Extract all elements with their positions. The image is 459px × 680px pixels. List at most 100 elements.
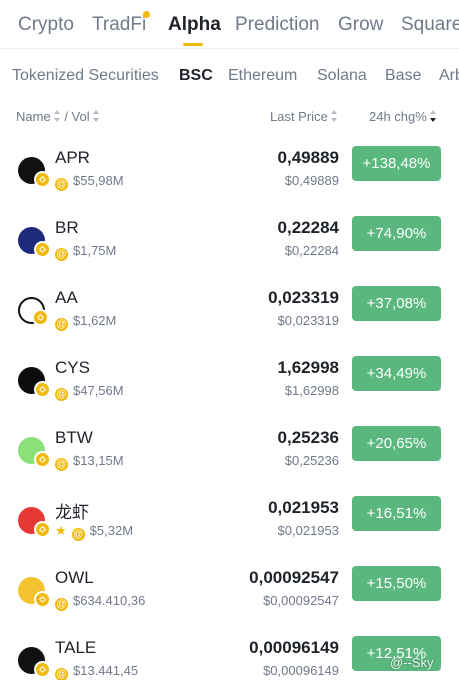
owl-icon	[18, 577, 51, 608]
tab-arb[interactable]: Arb	[439, 67, 459, 85]
token-symbol: TALE	[55, 638, 97, 657]
alpha-icon: @	[55, 598, 68, 611]
token-volume: @ $55,98M	[55, 173, 124, 191]
table-row[interactable]: OWL @ $634.410,36 0,00092547 $0,00092547 +15,…	[0, 566, 459, 636]
bsc-chain-icon	[32, 309, 49, 326]
apr-icon	[18, 157, 51, 188]
usd-price: $0,22284	[284, 243, 339, 258]
usd-price: $1,62998	[284, 383, 339, 398]
bsc-chain-icon	[34, 451, 51, 468]
table-row[interactable]: BTW @ $13,15M 0,25236 $0,25236 +20,65%	[0, 426, 459, 496]
tab-tradfi[interactable]: TradFi	[92, 14, 146, 36]
token-volume: @ $1,62M	[55, 313, 116, 331]
change-badge[interactable]: +20,65%	[352, 426, 441, 461]
aa-icon	[18, 297, 49, 326]
tab-solana[interactable]: Solana	[317, 67, 367, 85]
tab-grow[interactable]: Grow	[338, 14, 383, 36]
change-badge[interactable]: +15,50%	[352, 566, 441, 601]
change-badge[interactable]: +138,48%	[352, 146, 441, 181]
watermark: @--Sky	[390, 655, 434, 670]
last-price: 1,62998	[277, 358, 339, 377]
notification-dot	[143, 11, 150, 18]
token-symbol: AA	[55, 288, 78, 307]
last-price: 0,00096149	[249, 638, 339, 657]
tab-square[interactable]: Square	[401, 14, 459, 36]
alpha-icon: @	[55, 458, 68, 471]
alpha-icon: @	[55, 248, 68, 261]
sort-by-change[interactable]: 24h chg%	[369, 109, 437, 124]
sort-by-last-price[interactable]: Last Price	[270, 109, 338, 124]
last-price-header-label: Last Price	[270, 109, 328, 124]
divider	[0, 48, 459, 49]
tab-crypto[interactable]: Crypto	[18, 14, 74, 36]
active-tab-indicator	[183, 43, 203, 46]
bsc-chain-icon	[34, 241, 51, 258]
volume-value: $13,15M	[73, 453, 124, 468]
token-volume: ★ @ $5,32M	[55, 523, 133, 541]
tab-bsc[interactable]: BSC	[179, 67, 213, 85]
sort-desc-icon	[429, 110, 437, 122]
change-badge[interactable]: +34,49%	[352, 356, 441, 391]
volume-value: $1,75M	[73, 243, 117, 258]
sort-by-name[interactable]: Name / Vol	[16, 109, 100, 124]
volume-value: $1,62M	[73, 313, 117, 328]
bsc-chain-icon	[34, 171, 51, 188]
change-badge[interactable]: +37,08%	[352, 286, 441, 321]
table-row[interactable]: AA @ $1,62M 0,023319 $0,023319 +37,08%	[0, 286, 459, 356]
alpha-icon: @	[55, 318, 68, 331]
usd-price: $0,023319	[277, 313, 339, 328]
table-row[interactable]: CYS @ $47,56M 1,62998 $1,62998 +34,49%	[0, 356, 459, 426]
bsc-chain-icon	[34, 661, 51, 678]
bsc-chain-icon	[34, 381, 51, 398]
vol-header-label: / Vol	[64, 109, 90, 124]
tab-alpha[interactable]: Alpha	[168, 14, 221, 36]
table-row[interactable]: BR @ $1,75M 0,22284 $0,22284 +74,90%	[0, 216, 459, 286]
alpha-icon: @	[71, 528, 85, 541]
alpha-icon: @	[55, 388, 68, 401]
volume-value: $13.441,45	[73, 663, 139, 678]
table-row[interactable]: APR @ $55,98M 0,49889 $0,49889 +138,48%	[0, 146, 459, 216]
name-header-label: Name	[16, 109, 51, 124]
table-row[interactable]: 龙虾 ★ @ $5,32M 0,021953 $0,021953 +16,51%	[0, 496, 459, 566]
star-icon[interactable]: ★	[55, 523, 67, 538]
volume-value: $634.410,36	[73, 593, 146, 608]
usd-price: $0,00092547	[263, 593, 339, 608]
bsc-chain-icon	[34, 521, 51, 538]
alpha-icon: @	[55, 178, 68, 191]
usd-price: $0,00096149	[263, 663, 339, 678]
last-price: 0,00092547	[249, 568, 339, 587]
tab-prediction[interactable]: Prediction	[235, 14, 320, 36]
volume-value: $5,32M	[89, 523, 134, 538]
last-price: 0,25236	[277, 428, 339, 447]
btw-icon	[18, 437, 51, 468]
tab-ethereum[interactable]: Ethereum	[228, 67, 297, 85]
token-symbol: CYS	[55, 358, 90, 377]
lobster-icon	[18, 507, 51, 538]
token-symbol: BR	[55, 218, 79, 237]
alpha-icon: @	[55, 668, 68, 680]
br-icon	[18, 227, 51, 258]
top-tab-bar: Crypto TradFi Alpha Prediction Grow Squa…	[0, 0, 459, 48]
token-symbol: BTW	[55, 428, 93, 447]
last-price: 0,021953	[268, 498, 339, 517]
token-volume: @ $13,15M	[55, 453, 124, 471]
change-badge[interactable]: +74,90%	[352, 216, 441, 251]
token-volume: @ $47,56M	[55, 383, 124, 401]
last-price: 0,023319	[268, 288, 339, 307]
token-volume: @ $634.410,36	[55, 593, 145, 611]
sort-icon	[92, 110, 100, 122]
tab-base[interactable]: Base	[385, 67, 421, 85]
token-symbol: APR	[55, 148, 90, 167]
bsc-chain-icon	[34, 591, 51, 608]
sort-icon	[53, 110, 61, 122]
change-header-label: 24h chg%	[369, 109, 427, 124]
tab-tokenized-securities[interactable]: Tokenized Securities	[12, 67, 159, 85]
usd-price: $0,25236	[284, 453, 339, 468]
volume-value: $55,98M	[73, 173, 124, 188]
token-symbol: OWL	[55, 568, 94, 587]
usd-price: $0,49889	[284, 173, 339, 188]
change-badge[interactable]: +16,51%	[352, 496, 441, 531]
token-symbol: 龙虾	[55, 503, 89, 522]
last-price: 0,49889	[277, 148, 339, 167]
volume-value: $47,56M	[73, 383, 124, 398]
